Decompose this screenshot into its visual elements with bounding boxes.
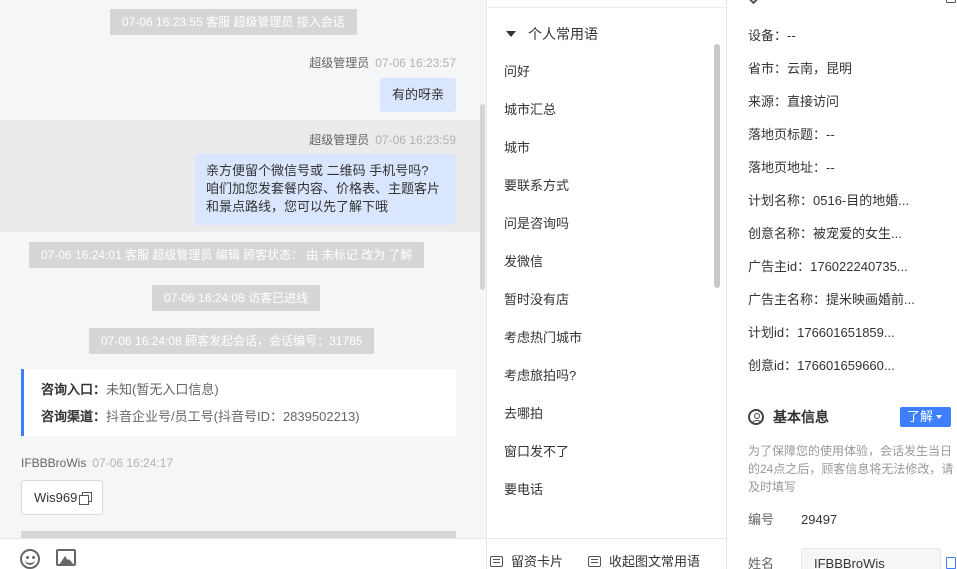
message-icon — [588, 556, 601, 567]
card-icon — [490, 556, 503, 567]
source-creative-name: 创意名称：被宠爱的女生... — [748, 226, 902, 241]
chat-toolbar — [0, 538, 486, 569]
source-advertiser-name: 广告主名称：提米映画婚前... — [748, 292, 915, 307]
source-info-header — [745, 0, 767, 7]
system-message-visitor-online: 07-06 16:24:08 访客已进线 — [152, 285, 321, 311]
user-icon — [748, 409, 764, 425]
divider — [488, 7, 726, 8]
message-time: 07-06 16:24:17 — [92, 456, 174, 470]
source-origin: 来源：直接访问 — [748, 94, 840, 109]
customer-id-label: 编号 — [748, 512, 775, 527]
phrase-item[interactable]: 考虑旅拍吗? — [504, 357, 704, 395]
customer-info-panel: 设备：-- 省市：云南，昆明 来源：直接访问 落地页标题：-- 落地页地址：--… — [728, 0, 957, 569]
copy-icon[interactable] — [946, 557, 956, 569]
system-message-partial — [21, 531, 456, 538]
agent-sender-line: 超级管理员 07-06 16:23:57 — [309, 54, 456, 71]
chat-scrollbar[interactable] — [480, 104, 485, 290]
channel-label: 咨询渠道： — [41, 409, 107, 424]
entry-value: 未知(暂无入口信息) — [106, 382, 219, 397]
entry-label: 咨询入口： — [41, 382, 107, 397]
phrase-item[interactable]: 城市 — [504, 129, 704, 167]
customer-id-value: 29497 — [801, 512, 838, 527]
customer-name-input[interactable]: IFBBBroWis — [801, 548, 941, 569]
phrase-footer: 留资卡片 收起图文常用语 — [488, 538, 726, 569]
emoji-icon[interactable] — [20, 549, 40, 569]
phrase-item[interactable]: 暂时没有店 — [504, 281, 704, 319]
common-phrases-panel: 个人常用语 问好 城市汇总 城市 要联系方式 问是咨询吗 发微信 暂时没有店 考… — [488, 0, 727, 569]
basic-info-header: 基本信息 — [748, 406, 829, 428]
sender-name: IFBBBroWis — [21, 456, 87, 470]
message-time: 07-06 16:23:59 — [375, 133, 456, 147]
source-landing-title: 落地页标题：-- — [748, 127, 835, 142]
phrase-item[interactable]: 去哪拍 — [504, 395, 704, 433]
chat-panel: 07-06 16:23:55 客服 超级管理员 接入会话 超级管理员 07-06 … — [0, 0, 487, 569]
channel-value: 抖音企业号/员工号(抖音号ID：2839502213) — [106, 409, 360, 424]
phrase-item[interactable]: 要联系方式 — [504, 167, 704, 205]
customer-id-row: 编号 29497 — [748, 510, 837, 530]
caret-down-icon — [506, 31, 516, 37]
source-info-list: 设备：-- 省市：云南，昆明 来源：直接访问 落地页标题：-- 落地页地址：--… — [748, 19, 953, 382]
customer-name-label: 姓名 — [748, 556, 775, 569]
phrase-group-header[interactable]: 个人常用语 — [506, 23, 598, 45]
source-plan-id: 计划id：176601651859... — [748, 325, 895, 340]
visitor-sender-line: IFBBBroWis 07-06 16:24:17 — [21, 456, 173, 470]
message-line: 亲方便留个微信号或 二维码 手机号吗? — [206, 163, 429, 178]
source-device: 设备：-- — [748, 28, 796, 43]
sender-name: 超级管理员 — [309, 56, 370, 70]
source-plan-name: 计划名称：0516-目的地婚... — [748, 193, 910, 208]
lead-card-button[interactable]: 留资卡片 — [490, 539, 563, 569]
phrase-item[interactable]: 问是咨询吗 — [504, 205, 704, 243]
visitor-message-bubble: Wis969 — [21, 480, 104, 515]
message-time: 07-06 16:23:57 — [375, 56, 456, 70]
phrase-list: 问好 城市汇总 城市 要联系方式 问是咨询吗 发微信 暂时没有店 考虑热门城市 … — [504, 53, 704, 509]
copy-icon[interactable] — [79, 492, 93, 505]
chat-message-list[interactable]: 07-06 16:23:55 客服 超级管理员 接入会话 超级管理员 07-06 … — [0, 0, 486, 538]
channel-row: 咨询渠道：抖音企业号/员工号(抖音号ID：2839502213) — [41, 403, 456, 430]
agent-sender-line: 超级管理员 07-06 16:23:59 — [309, 131, 456, 148]
sender-name: 超级管理员 — [309, 133, 370, 147]
basic-info-title: 基本信息 — [773, 409, 829, 425]
phrase-scrollbar[interactable] — [714, 44, 720, 288]
entry-info-card: 咨询入口：未知(暂无入口信息) 咨询渠道：抖音企业号/员工号(抖音号ID：283… — [21, 369, 456, 436]
agent-message-bubble: 有的呀亲 — [379, 78, 456, 112]
system-message-status-edit: 07-06 16:24:01 客服 超级管理员 编辑 顾客状态： 由 未标记 改… — [29, 242, 425, 268]
message-line: 和景点路线，您可以先了解下哦 — [206, 199, 389, 214]
source-province-city: 省市：云南，昆明 — [748, 61, 853, 76]
system-message-join: 07-06 16:23:55 客服 超级管理员 接入会话 — [110, 9, 357, 35]
customer-status-dropdown[interactable]: 了解 — [900, 407, 951, 427]
edit-icon[interactable] — [946, 0, 956, 3]
entry-row: 咨询入口：未知(暂无入口信息) — [41, 376, 456, 403]
phrase-item[interactable]: 发微信 — [504, 243, 704, 281]
location-pin-icon — [745, 0, 762, 5]
phrase-item[interactable]: 考虑热门城市 — [504, 319, 704, 357]
caret-down-icon — [936, 415, 943, 419]
source-advertiser-id: 广告主id：176022240735... — [748, 259, 908, 274]
phrase-item[interactable]: 城市汇总 — [504, 91, 704, 129]
lead-card-label: 留资卡片 — [511, 554, 564, 569]
customer-status-label: 了解 — [907, 409, 934, 424]
image-icon[interactable] — [56, 549, 76, 566]
collapse-phrases-button[interactable]: 收起图文常用语 — [588, 539, 700, 569]
source-creative-id: 创意id：176601659660... — [748, 358, 895, 373]
phrase-group-label: 个人常用语 — [528, 26, 598, 42]
edit-notice: 为了保障您的使用体验，会话发生当日的24点之后，顾客信息将无法修改，请及时填写 — [748, 444, 954, 494]
message-line: 咱们加您发套餐内容、价格表、主题客片 — [206, 181, 441, 196]
phrase-item[interactable]: 要电话 — [504, 471, 704, 509]
agent-message-bubble: 亲方便留个微信号或 二维码 手机号吗? 咱们加您发套餐内容、价格表、主题客片 和… — [195, 154, 456, 225]
phrase-item[interactable]: 问好 — [504, 53, 704, 91]
collapse-phrases-label: 收起图文常用语 — [609, 554, 701, 569]
phrase-item[interactable]: 窗口发不了 — [504, 433, 704, 471]
source-landing-url: 落地页地址：-- — [748, 160, 835, 175]
customer-name-row: 姓名 — [748, 554, 801, 569]
visitor-message-text: Wis969 — [34, 490, 78, 505]
system-message-session-start: 07-06 16:24:08 顾客发起会话，会话编号：31785 — [89, 328, 375, 354]
